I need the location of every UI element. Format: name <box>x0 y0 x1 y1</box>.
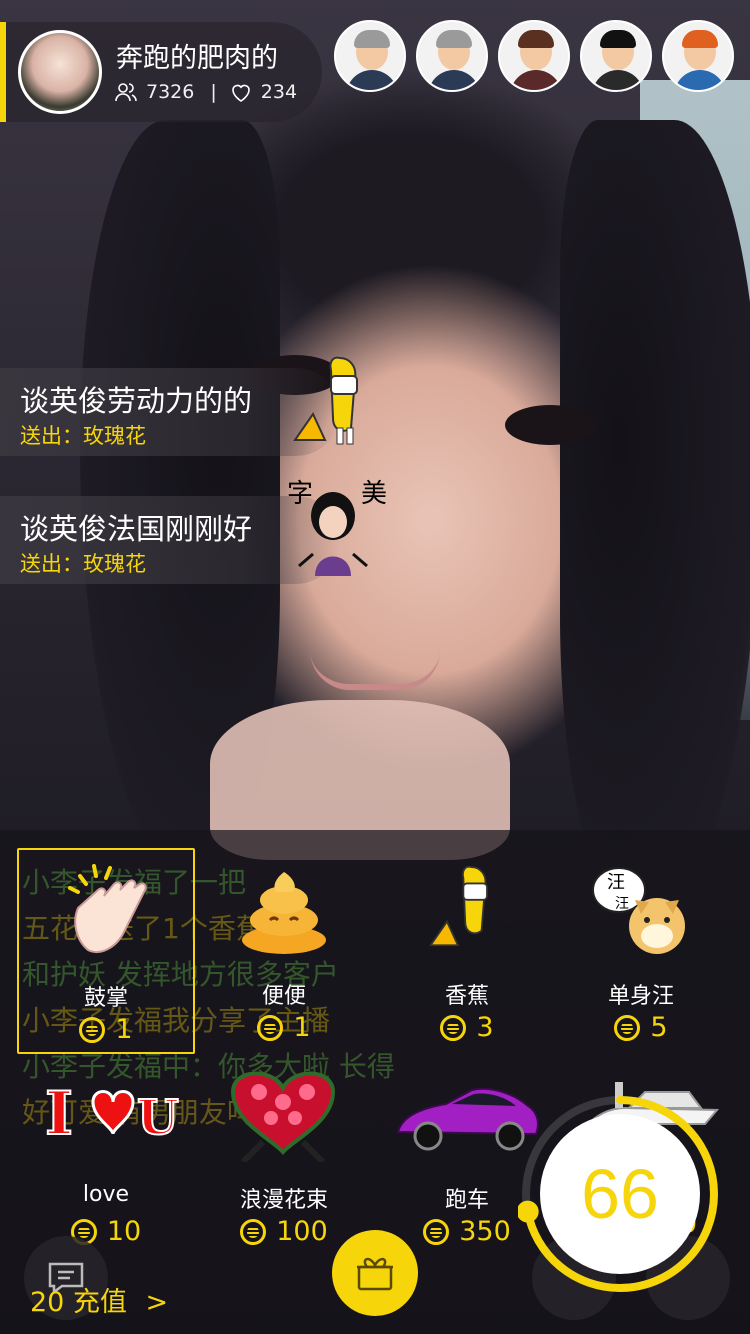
gift-price-value: 5 <box>650 1012 668 1043</box>
anchor-name: 奔跑的肥肉的 <box>116 43 278 74</box>
countdown-value: 66 <box>540 1114 700 1274</box>
gift-name: love <box>82 1182 130 1207</box>
gift-item-rose-bouquet[interactable]: 浪漫花束 100 <box>195 1052 373 1258</box>
gift-box-button[interactable] <box>332 1230 418 1316</box>
recharge-link[interactable]: 20 充值 > <box>30 1280 168 1319</box>
single-dog-icon: 汪 汪 <box>592 867 685 954</box>
svg-text:美: 美 <box>361 479 387 509</box>
pirate-avatar-icon[interactable] <box>580 20 652 92</box>
gift-price: 3 <box>378 1012 556 1043</box>
gift-price-value: 350 <box>459 1216 511 1247</box>
gift-notification: 谈英俊法国刚刚好 送出：玫瑰花 字 美 <box>0 479 387 584</box>
banana-icon <box>428 865 488 947</box>
anchor-info-card[interactable]: 奔跑的肥肉的 7326 | 234 <box>0 22 322 122</box>
svg-text:汪: 汪 <box>607 872 625 893</box>
gift-price-value: 10 <box>106 1216 142 1247</box>
coin-icon <box>240 1218 267 1245</box>
gift-item-clap[interactable]: 鼓掌 1 <box>17 848 195 1054</box>
anchor-stats: 7326 | 234 <box>114 80 297 104</box>
continuous-send-button[interactable]: 66 <box>518 1092 722 1296</box>
notification-user: 谈英俊法国刚刚好 <box>20 512 253 546</box>
gift-price: 1 <box>195 1012 373 1043</box>
video-hair-right <box>560 120 750 920</box>
followers-icon <box>115 83 137 102</box>
gift-name: 鼓掌 <box>83 986 128 1011</box>
notification-sent-gift: 送出：玫瑰花 <box>20 552 146 576</box>
svg-text:汪: 汪 <box>615 896 629 912</box>
notification-user: 谈英俊劳动力的的 <box>20 384 253 418</box>
businessman-avatar-icon[interactable] <box>334 20 406 92</box>
gift-price: 1 <box>19 1014 193 1045</box>
notification-sent-gift: 送出：玫瑰花 <box>20 424 146 448</box>
gift-item-poop[interactable]: 便便 1 <box>195 848 373 1054</box>
beauty-lady-icon: 字 美 <box>287 479 387 576</box>
woman-avatar-icon[interactable] <box>498 20 570 92</box>
i-love-u-icon: I U <box>44 1078 180 1150</box>
gift-name: 便便 <box>261 984 306 1009</box>
clapping-hands-icon <box>68 864 147 953</box>
svg-text:字: 字 <box>287 479 313 509</box>
banana-icon <box>293 356 358 445</box>
coin-icon <box>423 1218 450 1245</box>
gift-price: 5 <box>552 1012 730 1043</box>
gift-item-banana[interactable]: 香蕉 3 <box>378 848 556 1054</box>
gift-price-value: 3 <box>476 1012 494 1043</box>
gift-name: 浪漫花束 <box>239 1188 328 1213</box>
chevron-right-icon: > <box>145 1287 169 1318</box>
gift-price-value: 100 <box>276 1216 328 1247</box>
gift-notification: 谈英俊劳动力的的 送出：玫瑰花 <box>0 356 358 456</box>
anchor-avatar[interactable] <box>18 30 102 114</box>
gift-name: 单身汪 <box>607 984 674 1009</box>
coin-icon <box>79 1016 106 1043</box>
video-eye-right <box>505 405 595 445</box>
stats-separator: | <box>210 81 217 103</box>
svg-text:U: U <box>137 1090 179 1146</box>
coin-icon <box>257 1014 284 1041</box>
likes-count: 234 <box>260 81 298 103</box>
video-mouth <box>310 650 440 690</box>
poop-icon <box>242 872 326 954</box>
coin-icon <box>440 1014 467 1041</box>
gift-name: 香蕉 <box>444 984 489 1009</box>
gift-box-icon <box>357 1257 393 1291</box>
svg-text:I: I <box>45 1079 73 1149</box>
heart-icon <box>231 84 250 102</box>
gift-price-value: 1 <box>293 1012 311 1043</box>
gift-item-love[interactable]: I U love 10 <box>17 1052 195 1258</box>
rose-bouquet-icon <box>230 1071 336 1162</box>
coin-icon <box>614 1014 641 1041</box>
gift-price-value: 1 <box>115 1014 133 1045</box>
recharge-label: 充值 <box>72 1287 127 1318</box>
balance-amount: 20 <box>30 1287 65 1318</box>
gift-item-single-dog[interactable]: 汪 汪 单身汪 5 <box>552 848 730 1054</box>
redhead-avatar-icon[interactable] <box>662 20 734 92</box>
viewer-avatar-list <box>334 20 734 92</box>
businessman-avatar-icon[interactable] <box>416 20 488 92</box>
followers-count: 7326 <box>146 81 195 103</box>
